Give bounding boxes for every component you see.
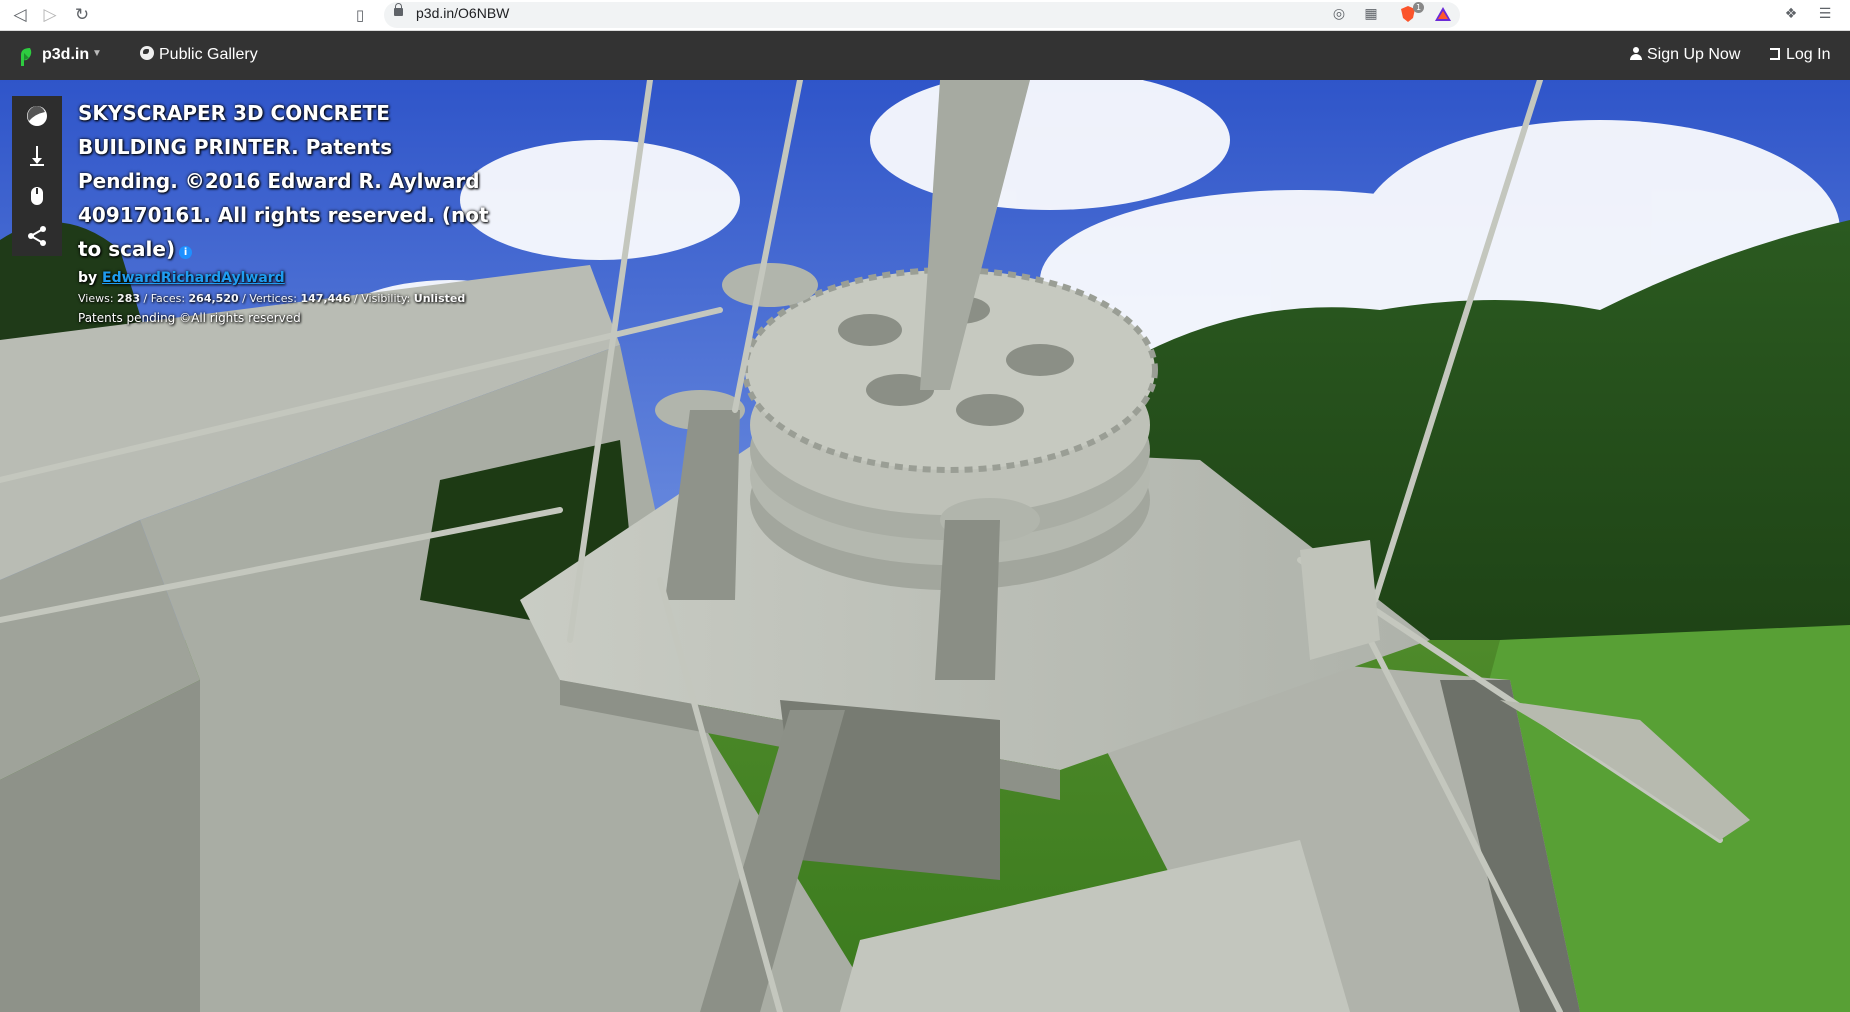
cast-icon[interactable]: ◎: [1330, 5, 1348, 23]
mouse-icon[interactable]: [12, 176, 62, 216]
model-byline: by EdwardRichardAylward: [78, 270, 498, 286]
user-icon: [1630, 47, 1642, 60]
author-link[interactable]: EdwardRichardAylward: [102, 270, 285, 286]
chevron-down-icon[interactable]: ▼: [92, 48, 102, 59]
logo-icon: [21, 48, 32, 66]
qr-icon[interactable]: ▦: [1362, 5, 1380, 23]
viewer-toolbar: [12, 96, 62, 256]
by-label: by: [78, 270, 98, 286]
license-text: Patents pending ©All rights reserved: [78, 311, 301, 325]
views-label: Views:: [78, 292, 114, 305]
light-icon[interactable]: [12, 136, 62, 176]
extensions-icon[interactable]: ❖: [1782, 5, 1800, 23]
log-in-label: Log In: [1786, 46, 1831, 63]
info-icon[interactable]: i: [179, 246, 193, 259]
globe-icon: [140, 46, 154, 60]
model-info: SKYSCRAPER 3D CONCRETE BUILDING PRINTER.…: [78, 96, 498, 325]
url-text: p3d.in/O6NBW: [416, 5, 510, 21]
sign-up-link[interactable]: Sign Up Now: [1630, 46, 1740, 64]
material-icon[interactable]: [12, 96, 62, 136]
log-in-link[interactable]: Log In: [1770, 46, 1830, 64]
vertices-label: Vertices:: [249, 292, 297, 305]
bracket-right: [1300, 540, 1380, 660]
model-title: SKYSCRAPER 3D CONCRETE BUILDING PRINTER.…: [78, 96, 498, 266]
visibility-label: Visibility:: [361, 292, 411, 305]
brave-rewards-icon[interactable]: [1434, 5, 1452, 23]
reload-icon[interactable]: ↻: [72, 5, 92, 25]
views-value: 283: [117, 292, 141, 305]
faces-label: Faces:: [150, 292, 186, 305]
forward-icon[interactable]: ▷: [40, 5, 60, 25]
sign-up-label: Sign Up Now: [1647, 46, 1741, 63]
address-bar[interactable]: p3d.in/O6NBW: [384, 2, 1460, 28]
model-stats: Views: 283 / Faces: 264,520 / Vertices: …: [78, 292, 466, 305]
model-viewer[interactable]: SKYSCRAPER 3D CONCRETE BUILDING PRINTER.…: [0, 80, 1850, 1012]
vertices-value: 147,446: [300, 292, 351, 305]
brave-shield-badge: 1: [1413, 2, 1425, 13]
visibility-value: Unlisted: [413, 292, 466, 305]
public-gallery-link[interactable]: Public Gallery: [140, 46, 258, 64]
faces-value: 264,520: [188, 292, 239, 305]
model-title-text: SKYSCRAPER 3D CONCRETE BUILDING PRINTER.…: [78, 101, 489, 261]
public-gallery-label: Public Gallery: [159, 46, 258, 63]
logo-text: p3d.in: [42, 46, 90, 63]
bookmark-icon[interactable]: ▯: [350, 5, 370, 25]
login-icon: [1770, 48, 1780, 60]
site-navbar: p3d.in ▼ Public Gallery Sign Up Now Log …: [0, 31, 1850, 80]
share-icon[interactable]: [12, 216, 62, 256]
menu-icon[interactable]: ☰: [1816, 5, 1834, 23]
lock-icon: [394, 3, 403, 16]
back-icon[interactable]: ◁: [10, 5, 30, 25]
browser-toolbar: ◁ ▷ ↻ ▯ p3d.in/O6NBW ◎ ▦ 1 ❖ ☰: [0, 0, 1850, 31]
